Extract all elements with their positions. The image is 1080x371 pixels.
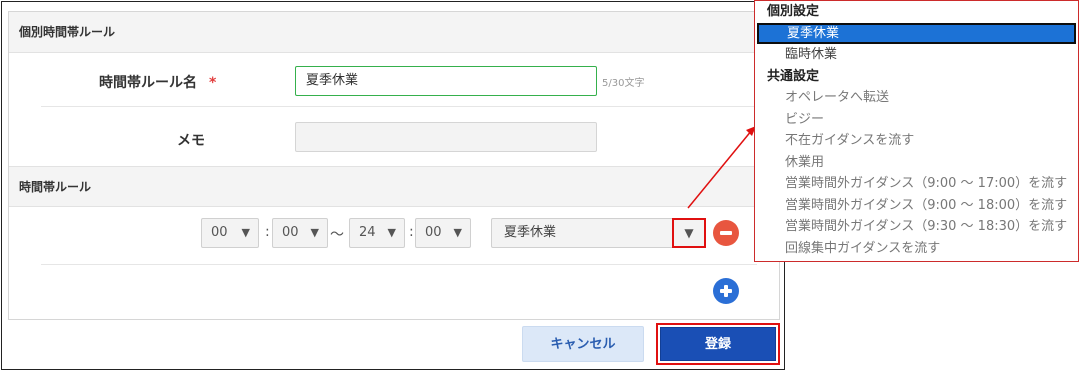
- section-title-individual-rule: 個別時間帯ルール: [19, 25, 116, 39]
- start-minute-select[interactable]: 00 ▼: [272, 218, 328, 248]
- start-hour-select[interactable]: 00 ▼: [201, 218, 259, 248]
- time-colon: :: [265, 224, 270, 240]
- rule-name-input[interactable]: 夏季休業: [295, 66, 597, 96]
- dropdown-group-common: 共通設定: [767, 68, 820, 84]
- chevron-down-icon: ▼: [310, 226, 319, 239]
- range-separator: ～: [330, 227, 344, 243]
- dropdown-option[interactable]: 営業時間外ガイダンス（9:00 ～ 17:00）を流す: [755, 173, 1078, 195]
- memo-label: メモ: [177, 133, 205, 149]
- start-minute-value: 00: [282, 225, 299, 240]
- dropdown-option[interactable]: オペレータへ転送: [755, 87, 1078, 109]
- section-header-time-rule: 時間帯ルール: [9, 166, 779, 207]
- divider: [41, 264, 757, 265]
- dropdown-option[interactable]: 不在ガイダンスを流す: [755, 130, 1078, 152]
- chevron-down-icon: ▼: [387, 226, 396, 239]
- rule-name-label: 時間帯ルール名: [99, 75, 197, 91]
- time-rule-select-arrow[interactable]: ▼: [672, 218, 706, 248]
- register-button[interactable]: 登録: [660, 327, 776, 361]
- dropdown-option[interactable]: 臨時休業: [755, 44, 1078, 66]
- dropdown-option[interactable]: 営業時間外ガイダンス（9:00 ～ 18:00）を流す: [755, 195, 1078, 217]
- rule-name-label-row: 時間帯ルール名 *: [99, 72, 229, 92]
- dropdown-option[interactable]: 営業時間外ガイダンス（9:30 ～ 18:30）を流す: [755, 216, 1078, 238]
- required-mark: *: [209, 75, 217, 91]
- dropdown-group-individual: 個別設定: [767, 4, 820, 19]
- chevron-down-icon: ▼: [453, 226, 462, 239]
- cancel-button[interactable]: キャンセル: [522, 326, 644, 362]
- remove-row-button[interactable]: [713, 220, 739, 246]
- dropdown-option[interactable]: 休業用: [755, 152, 1078, 174]
- divider: [41, 106, 757, 107]
- dropdown-option[interactable]: 夏季休業: [757, 22, 1076, 44]
- start-hour-value: 00: [211, 225, 228, 240]
- rule-name-char-counter: 5/30文字: [602, 78, 645, 89]
- memo-textarea[interactable]: [295, 122, 597, 152]
- dropdown-option[interactable]: ビジー: [755, 109, 1078, 131]
- dropdown-option[interactable]: 回線集中ガイダンスを流す: [755, 238, 1078, 260]
- end-hour-select[interactable]: 24 ▼: [349, 218, 405, 248]
- end-hour-value: 24: [359, 225, 376, 240]
- add-row-button[interactable]: [713, 278, 739, 304]
- time-rule-select-value: 夏季休業: [504, 225, 557, 240]
- time-rule-dropdown-list: 個別設定 夏季休業 臨時休業 共通設定 オペレータへ転送 ビジー 不在ガイダンス…: [754, 0, 1079, 262]
- section-title-time-rule: 時間帯ルール: [19, 180, 92, 194]
- end-minute-select[interactable]: 00 ▼: [415, 218, 471, 248]
- triangle-down-icon: ▼: [684, 226, 694, 240]
- dialog-frame: 個別時間帯ルール 時間帯ルール名 * 夏季休業 5/30文字 メモ 時間帯ルール …: [1, 1, 785, 370]
- time-colon: :: [409, 224, 414, 240]
- chevron-down-icon: ▼: [241, 226, 250, 239]
- form-panel: 個別時間帯ルール 時間帯ルール名 * 夏季休業 5/30文字 メモ 時間帯ルール …: [8, 11, 780, 320]
- end-minute-value: 00: [425, 225, 442, 240]
- section-header-individual-rule: 個別時間帯ルール: [9, 12, 779, 53]
